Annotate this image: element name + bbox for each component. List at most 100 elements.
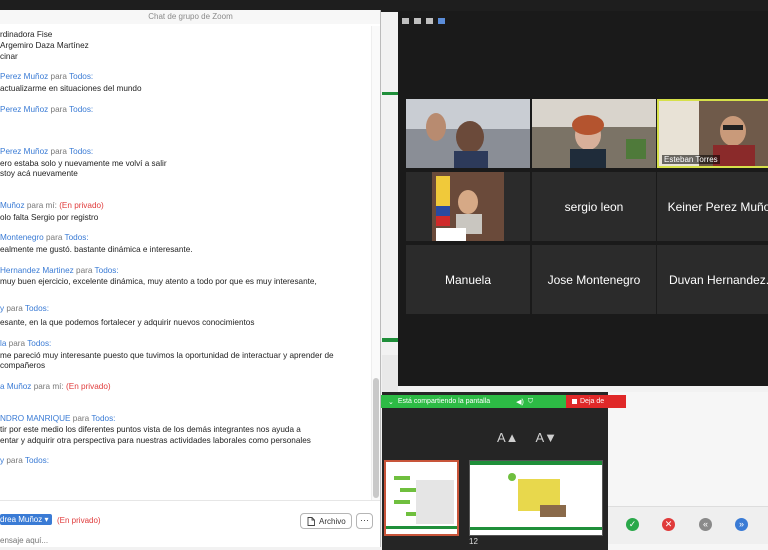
message-input[interactable] xyxy=(0,534,360,546)
chat-message-header: a Muñoz para mí: (En privado) xyxy=(0,382,111,391)
chat-footer: drea Muñoz ▾ (En privado) Archivo ··· xyxy=(0,500,380,547)
sender-name[interactable]: NDRO MANRIQUE xyxy=(0,414,71,423)
participant-video xyxy=(532,99,656,168)
chat-message-text: ero estaba solo y nuevamente me volví a … xyxy=(0,159,167,168)
slide-number: 12 xyxy=(469,537,478,546)
chat-message-header: Hernandez Martinez para Todos: xyxy=(0,266,119,275)
private-label: (En privado) xyxy=(57,516,101,525)
chat-message-header: Perez Muñoz para Todos: xyxy=(0,105,93,114)
chat-message-text: ealmente me gustó. bastante dinámica e i… xyxy=(0,245,193,254)
sender-name[interactable]: a Muñoz xyxy=(0,382,31,391)
more-options-button[interactable]: ··· xyxy=(356,513,373,529)
participant-name: Jose Montenegro xyxy=(547,272,641,287)
sender-name[interactable]: Hernandez Martinez xyxy=(0,266,74,275)
video-tile[interactable]: Duvan Hernandez. xyxy=(657,245,768,314)
sender-name[interactable]: Perez Muñoz xyxy=(0,72,48,81)
recipient-name[interactable]: Todos: xyxy=(69,147,93,156)
check-icon[interactable]: ✓ xyxy=(626,518,639,531)
recipient-prefix: para xyxy=(8,339,26,348)
slide-accent-bar xyxy=(382,92,398,95)
chat-scroll-thumb[interactable] xyxy=(373,378,379,498)
chat-scrollbar[interactable] xyxy=(371,26,380,506)
chat-message-text: rdinadora Fise xyxy=(0,30,53,39)
chevron-down-icon: ▾ xyxy=(44,515,49,524)
shield-icon[interactable]: ⛉ xyxy=(528,398,533,406)
chat-message-header: la para Todos: xyxy=(0,339,51,348)
recipient-name: drea Muñoz xyxy=(0,515,43,524)
recipient-select[interactable]: drea Muñoz ▾ xyxy=(0,514,52,525)
minimize-icon[interactable] xyxy=(402,18,409,24)
slide-thumbnail[interactable] xyxy=(384,460,459,536)
chat-message-text: tir por este medio los diferentes puntos… xyxy=(0,425,301,434)
recipient-prefix: para xyxy=(50,147,67,156)
video-tile[interactable] xyxy=(532,99,656,168)
recipient-name[interactable]: Todos: xyxy=(91,414,115,423)
chat-message-header: Muñoz para mí: (En privado) xyxy=(0,201,104,210)
recipient-prefix: para xyxy=(45,233,63,242)
chevron-down-icon[interactable]: ⌄ xyxy=(388,398,394,406)
recipient-name[interactable]: Todos: xyxy=(65,233,89,242)
decrease-font-button[interactable]: A▼ xyxy=(535,430,557,445)
sender-name[interactable]: Perez Muñoz xyxy=(0,147,48,156)
chat-message-text: actualizarme en situaciones del mundo xyxy=(0,84,142,93)
slide-thumbnail[interactable] xyxy=(469,460,603,536)
sender-name[interactable]: y xyxy=(0,456,4,465)
video-tile[interactable]: sergio leon xyxy=(532,172,656,241)
recipient-prefix: para xyxy=(50,105,67,114)
slide-accent-bar xyxy=(382,338,398,342)
speaker-view-icon[interactable] xyxy=(426,18,433,24)
recipient-name[interactable]: Todos: xyxy=(69,105,93,114)
video-tile[interactable] xyxy=(406,172,530,241)
private-label: (En privado) xyxy=(66,382,111,391)
sender-name[interactable]: y xyxy=(0,304,4,313)
chat-message-text: olo falta Sergio por registro xyxy=(0,213,99,222)
screen-share-bar: ⌄ Está compartiendo la pantalla ◀) ⛉ Dej… xyxy=(380,395,626,408)
close-icon[interactable]: ✕ xyxy=(662,518,675,531)
gallery-toolbar xyxy=(398,11,768,31)
recipient-prefix: para xyxy=(76,266,93,275)
recipient-name[interactable]: Todos: xyxy=(95,266,119,275)
participant-video xyxy=(406,172,530,241)
recipient-prefix: para xyxy=(72,414,90,423)
chat-message-header: Perez Muñoz para Todos: xyxy=(0,72,93,81)
share-status[interactable]: ⌄ Está compartiendo la pantalla ◀) ⛉ xyxy=(380,395,566,408)
stop-share-button[interactable]: Deja de xyxy=(566,395,626,408)
video-tile[interactable]: Jose Montenegro xyxy=(532,245,656,314)
recipient-name[interactable]: Todos: xyxy=(27,339,51,348)
file-icon xyxy=(307,516,315,526)
video-tile[interactable]: Keiner Perez Muño xyxy=(657,172,768,241)
gallery-view-icon[interactable] xyxy=(438,18,445,24)
participant-name: Keiner Perez Muño xyxy=(667,199,768,214)
recipient-prefix: para mí: xyxy=(26,201,57,210)
chat-message-header: y para Todos: xyxy=(0,456,49,465)
hide-thumbnails-icon[interactable] xyxy=(414,18,421,24)
recipient-name[interactable]: Todos: xyxy=(69,72,93,81)
participant-name: Manuela xyxy=(444,272,492,287)
slide-thumbnail-preview xyxy=(386,462,457,534)
video-gallery-window: Esteban Torres sergio leon Keiner Perez … xyxy=(398,11,768,386)
sender-name[interactable]: Perez Muñoz xyxy=(0,105,48,114)
sender-name[interactable]: Muñoz xyxy=(0,201,25,210)
video-tile-active-speaker[interactable]: Esteban Torres xyxy=(657,99,768,168)
file-button-label: Archivo xyxy=(319,516,346,526)
recipient-name[interactable]: Todos: xyxy=(25,456,49,465)
video-tile[interactable] xyxy=(406,99,530,168)
participant-video xyxy=(406,99,530,168)
video-tile[interactable]: Manuela xyxy=(406,245,530,314)
participant-name: sergio leon xyxy=(564,199,624,214)
chat-window: rdinadora Fise Argemiro Daza Martínez cina… xyxy=(0,10,381,547)
audio-icon[interactable]: ◀) xyxy=(516,398,524,406)
file-button[interactable]: Archivo xyxy=(300,513,352,529)
increase-font-button[interactable]: A▲ xyxy=(497,430,519,445)
forward-icon[interactable]: » xyxy=(735,518,748,531)
slide-thumbnail-preview xyxy=(470,461,602,535)
recipient-prefix: para xyxy=(6,456,23,465)
chat-message-text: cinar xyxy=(0,52,18,61)
participant-name: Duvan Hernandez. xyxy=(668,272,768,287)
recipient-prefix: para xyxy=(50,72,67,81)
sender-name[interactable]: Montenegro xyxy=(0,233,44,242)
recipient-name[interactable]: Todos: xyxy=(25,304,49,313)
sender-name[interactable]: la xyxy=(0,339,6,348)
chat-message-text: muy buen ejercicio, excelente dinámica, … xyxy=(0,277,317,286)
rewind-icon[interactable]: « xyxy=(699,518,712,531)
